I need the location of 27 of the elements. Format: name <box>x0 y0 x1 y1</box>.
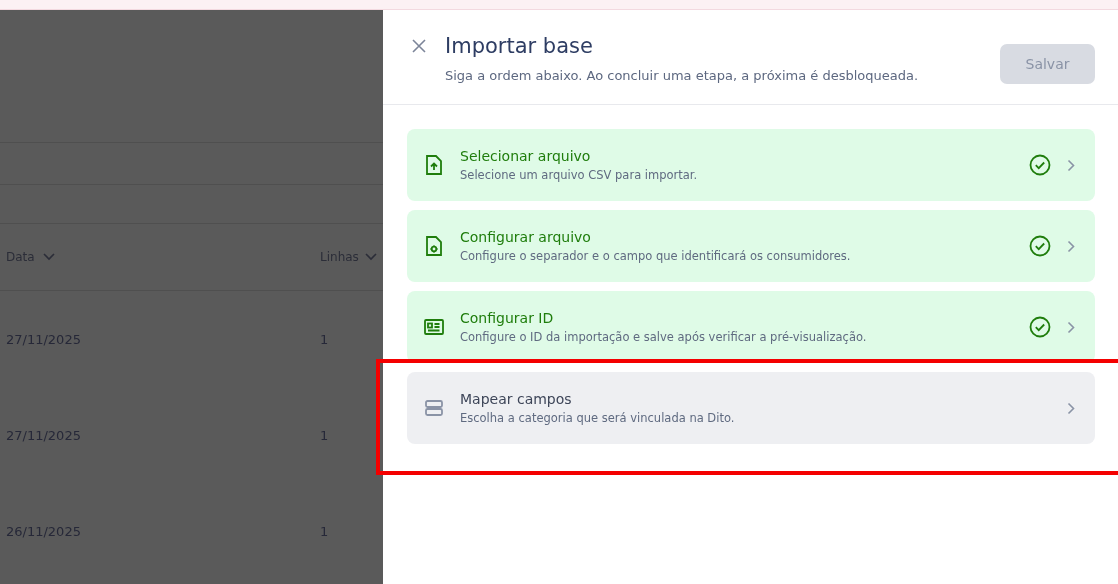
rows-icon <box>424 397 444 419</box>
check-circle-icon <box>1029 316 1051 338</box>
chevron-right-icon <box>1067 401 1075 415</box>
id-card-icon <box>424 316 444 338</box>
chevron-right-icon <box>1067 239 1075 253</box>
step-description: Selecione um arquivo CSV para importar. <box>460 168 699 182</box>
step-description: Configure o ID da importação e salve após verificar a pré-visualização. <box>460 330 868 344</box>
step-description: Escolha a categoria que será vinculada na Dito. <box>460 411 736 425</box>
step-title: Selecionar arquivo <box>460 148 592 164</box>
close-button[interactable] <box>411 38 427 54</box>
chevron-down-icon <box>364 253 377 261</box>
step-card[interactable]: Mapear campos Escolha a categoria que será vinculada na Dito. <box>407 372 1095 444</box>
step-title: Configurar arquivo <box>460 229 592 245</box>
check-circle-icon <box>1029 235 1051 257</box>
file-gear-icon <box>424 235 444 257</box>
step-card[interactable]: Configurar arquivo Configure o separador e o campo que identificará os consumidores. <box>407 210 1095 282</box>
step-card[interactable]: Selecionar arquivo Selecione um arquivo CSV para importar. <box>407 129 1095 201</box>
drawer-title: Importar base <box>445 34 594 58</box>
chevron-right-icon <box>1067 320 1075 334</box>
chevron-right-icon <box>1067 158 1075 172</box>
step-description: Configure o separador e o campo que identificará os consumidores. <box>460 249 852 263</box>
check-circle-icon <box>1029 154 1051 176</box>
file-upload-icon <box>424 154 444 176</box>
step-title: Mapear campos <box>460 391 573 407</box>
chevron-down-icon <box>42 253 55 261</box>
step-title: Configurar ID <box>460 310 555 326</box>
drawer-subtitle: Siga a ordem abaixo. Ao concluir uma etapa, a próxima é desbloqueada. <box>445 68 920 83</box>
